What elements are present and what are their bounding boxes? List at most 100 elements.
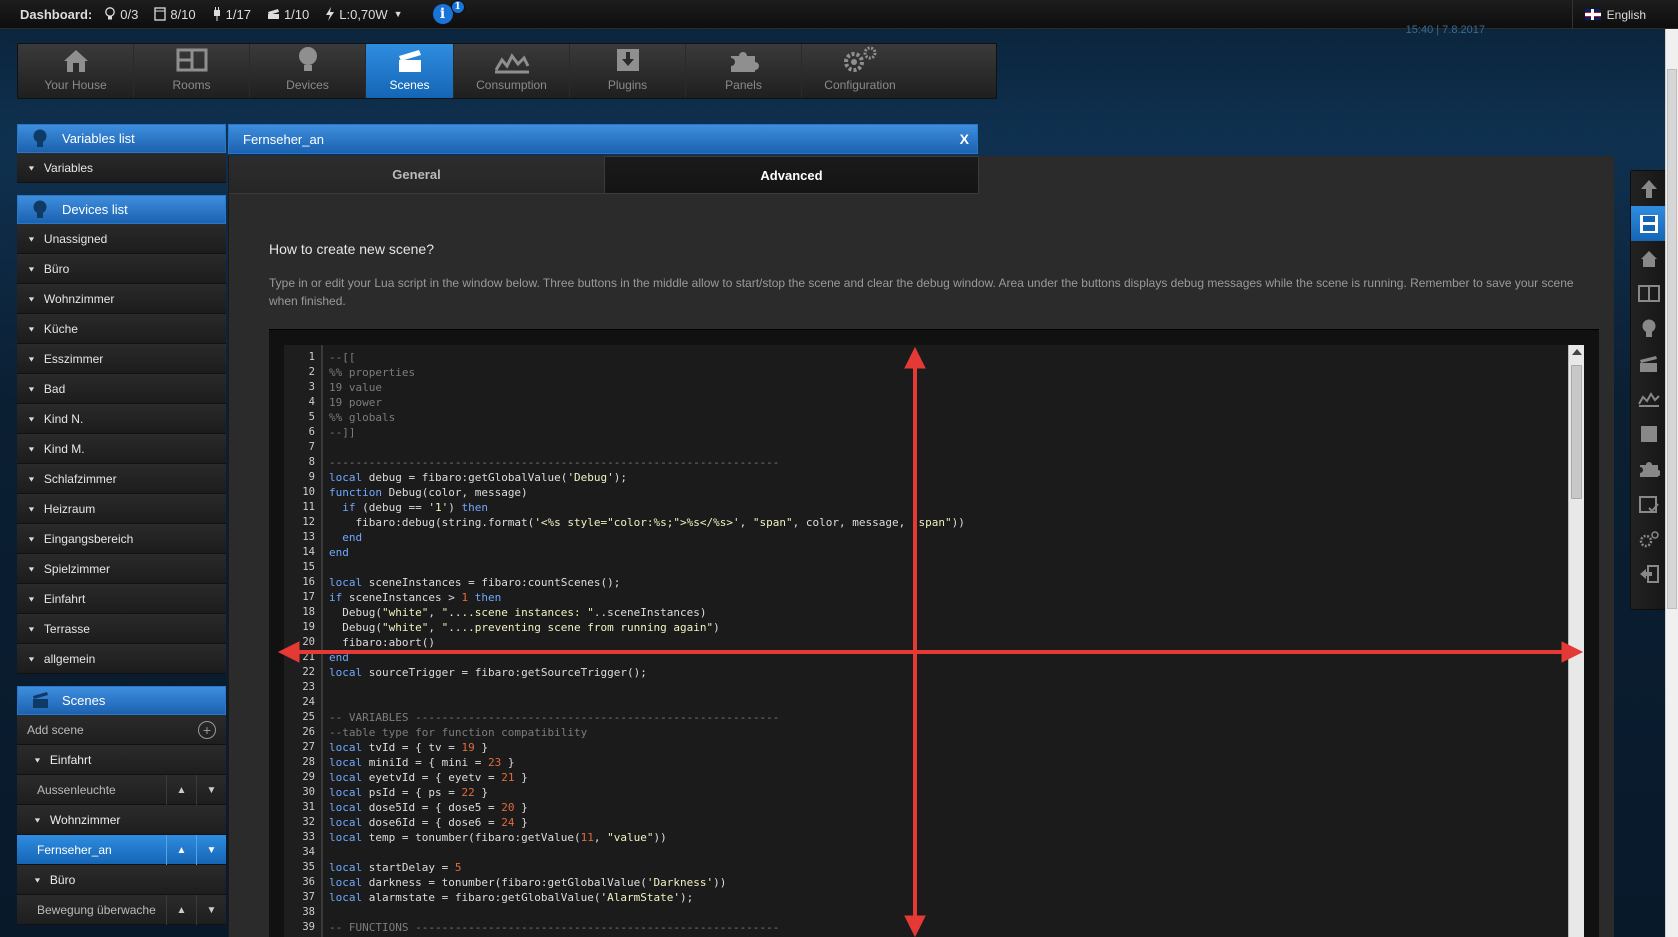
code-line[interactable]: 1 --[[ (284, 350, 1544, 365)
scene-item-aussenleuchte[interactable]: Aussenleuchte ▲ ▼ (17, 775, 226, 805)
sidebar-item-device-room[interactable]: ▼ Büro (17, 254, 226, 284)
code-line[interactable]: 30 local psId = { ps = 22 } (284, 785, 1544, 800)
sidebar-item-device-room[interactable]: ▼ Esszimmer (17, 344, 226, 374)
sidebar-item-device-room[interactable]: ▼ Eingangsbereich (17, 524, 226, 554)
scene-group-buero[interactable]: ▼ Büro (17, 865, 226, 895)
move-down-icon[interactable]: ▼ (196, 775, 226, 805)
code-line[interactable]: 2 %% properties (284, 365, 1544, 380)
nav-rooms[interactable]: Rooms (134, 44, 250, 98)
code-line[interactable]: 13 end (284, 530, 1544, 545)
scene-item-fernseher-an[interactable]: Fernseher_an ▲ ▼ (17, 835, 226, 865)
stat-power[interactable]: L:0,70W ▼ (325, 7, 403, 22)
plus-icon[interactable]: + (198, 721, 216, 739)
stat-scenes[interactable]: 1/10 (267, 7, 309, 22)
rt-house[interactable] (1631, 241, 1667, 276)
nav-panels[interactable]: Panels (686, 44, 802, 98)
code-line[interactable]: 8 ---------------------------------------… (284, 455, 1544, 470)
code-line[interactable]: 6 --]] (284, 425, 1544, 440)
code-line[interactable]: 19 Debug("white", "....preventing scene … (284, 620, 1544, 635)
code-line[interactable]: 11 if (debug == '1') then (284, 500, 1544, 515)
lua-code-editor[interactable]: 1 --[[2 %% properties 3 19 value 4 19 power 5%%… (284, 345, 1584, 937)
code-line[interactable]: 22 local sourceTrigger = fibaro:getSource… (284, 665, 1544, 680)
devices-list-header[interactable]: Devices list (17, 195, 226, 224)
code-line[interactable]: 15 (284, 560, 1544, 575)
sidebar-item-device-room[interactable]: ▼ Kind M. (17, 434, 226, 464)
scenes-header[interactable]: Scenes (17, 686, 226, 715)
tab-general[interactable]: General (229, 156, 604, 194)
stat-lights[interactable]: 0/3 (104, 7, 138, 22)
scene-group-einfahrt[interactable]: ▼ Einfahrt (17, 745, 226, 775)
code-line[interactable]: 31 local dose5Id = { dose5 = 20 } (284, 800, 1544, 815)
code-line[interactable]: 17 if sceneInstances > 1 then (284, 590, 1544, 605)
sidebar-item-device-room[interactable]: ▼ Heizraum (17, 494, 226, 524)
variables-list-header[interactable]: Variables list (17, 124, 226, 153)
nav-scenes[interactable]: Scenes (366, 44, 454, 98)
nav-your-house[interactable]: Your House (18, 44, 134, 98)
sidebar-item-device-room[interactable]: ▼ Spielzimmer (17, 554, 226, 584)
page-scrollbar-thumb[interactable] (1667, 69, 1677, 609)
rt-devices[interactable] (1631, 311, 1667, 346)
code-line[interactable]: 32 local dose6Id = { dose6 = 24 } (284, 815, 1544, 830)
move-up-icon[interactable]: ▲ (166, 835, 196, 865)
nav-consumption[interactable]: Consumption (454, 44, 570, 98)
scene-group-wohnzimmer[interactable]: ▼ Wohnzimmer (17, 805, 226, 835)
nav-plugins[interactable]: Plugins (570, 44, 686, 98)
rt-arrow-up[interactable] (1631, 171, 1667, 206)
code-line[interactable]: 10 function Debug(color, message) (284, 485, 1544, 500)
code-line[interactable]: 36 local darkness = tonumber(fibaro:getGl… (284, 875, 1544, 890)
info-button[interactable]: i 1 (432, 0, 465, 24)
code-line[interactable]: 29 local eyetvId = { eyetv = 21 } (284, 770, 1544, 785)
sidebar-item-variables[interactable]: ▼ Variables (17, 153, 226, 183)
code-line[interactable]: 23 (284, 680, 1544, 695)
code-line[interactable]: 37 local alarmstate = fibaro:getGlobalVal… (284, 890, 1544, 905)
code-line[interactable]: 3 19 value (284, 380, 1544, 395)
sidebar-item-device-room[interactable]: ▼ allgemein (17, 644, 226, 674)
tab-advanced[interactable]: Advanced (604, 156, 979, 194)
sidebar-item-device-room[interactable]: ▼ Unassigned (17, 224, 226, 254)
sidebar-item-device-room[interactable]: ▼ Bad (17, 374, 226, 404)
code-line[interactable]: 34 (284, 845, 1544, 860)
code-line[interactable]: 26 --table type for function compatibilit… (284, 725, 1544, 740)
code-line[interactable]: 14 end (284, 545, 1544, 560)
page-scrollbar[interactable] (1665, 29, 1678, 937)
code-line[interactable]: 4 19 power (284, 395, 1544, 410)
scene-item-bewegung[interactable]: Bewegung überwache ▲ ▼ (17, 895, 226, 925)
move-down-icon[interactable]: ▼ (196, 835, 226, 865)
move-up-icon[interactable]: ▲ (166, 775, 196, 805)
sidebar-item-device-room[interactable]: ▼ Terrasse (17, 614, 226, 644)
code-line[interactable]: 20 fibaro:abort() (284, 635, 1544, 650)
move-down-icon[interactable]: ▼ (196, 895, 226, 925)
code-line[interactable]: 39 -- FUNCTIONS -------------------------… (284, 920, 1544, 935)
code-line[interactable]: 16 local sceneInstances = fibaro:countSce… (284, 575, 1544, 590)
code-line[interactable]: 24 (284, 695, 1544, 710)
nav-devices[interactable]: Devices (250, 44, 366, 98)
sidebar-item-device-room[interactable]: ▼ Küche (17, 314, 226, 344)
nav-configuration[interactable]: Configuration (802, 44, 918, 98)
sidebar-item-device-room[interactable]: ▼ Wohnzimmer (17, 284, 226, 314)
language-selector[interactable]: English (1571, 0, 1646, 29)
code-line[interactable]: 35 local startDelay = 5 (284, 860, 1544, 875)
close-icon[interactable]: X (960, 131, 969, 147)
code-line[interactable]: 12 fibaro:debug(string.format('<%s style… (284, 515, 1544, 530)
stat-blinds[interactable]: 8/10 (154, 7, 196, 22)
sidebar-item-device-room[interactable]: ▼ Schlafzimmer (17, 464, 226, 494)
scroll-up-icon[interactable] (1572, 349, 1582, 355)
rt-scenes[interactable] (1631, 346, 1667, 381)
editor-scrollbar[interactable] (1568, 345, 1584, 937)
rt-plugins[interactable] (1631, 416, 1667, 451)
rt-consumption[interactable] (1631, 381, 1667, 416)
code-line[interactable]: 5 %% globals (284, 410, 1544, 425)
code-line[interactable]: 28 local miniId = { mini = 23 } (284, 755, 1544, 770)
sidebar-item-device-room[interactable]: ▼ Einfahrt (17, 584, 226, 614)
rt-calendar[interactable] (1631, 486, 1667, 521)
code-line[interactable]: 7 (284, 440, 1544, 455)
stat-plugs[interactable]: 1/17 (212, 7, 251, 22)
add-scene-button[interactable]: Add scene + (17, 715, 226, 745)
code-line[interactable]: 25 -- VARIABLES -------------------------… (284, 710, 1544, 725)
scrollbar-thumb[interactable] (1571, 365, 1582, 499)
sidebar-item-device-room[interactable]: ▼ Kind N. (17, 404, 226, 434)
code-line[interactable]: 21 end (284, 650, 1544, 665)
code-line[interactable]: 38 (284, 905, 1544, 920)
rt-logout[interactable] (1631, 556, 1667, 591)
rt-save[interactable] (1631, 206, 1667, 241)
